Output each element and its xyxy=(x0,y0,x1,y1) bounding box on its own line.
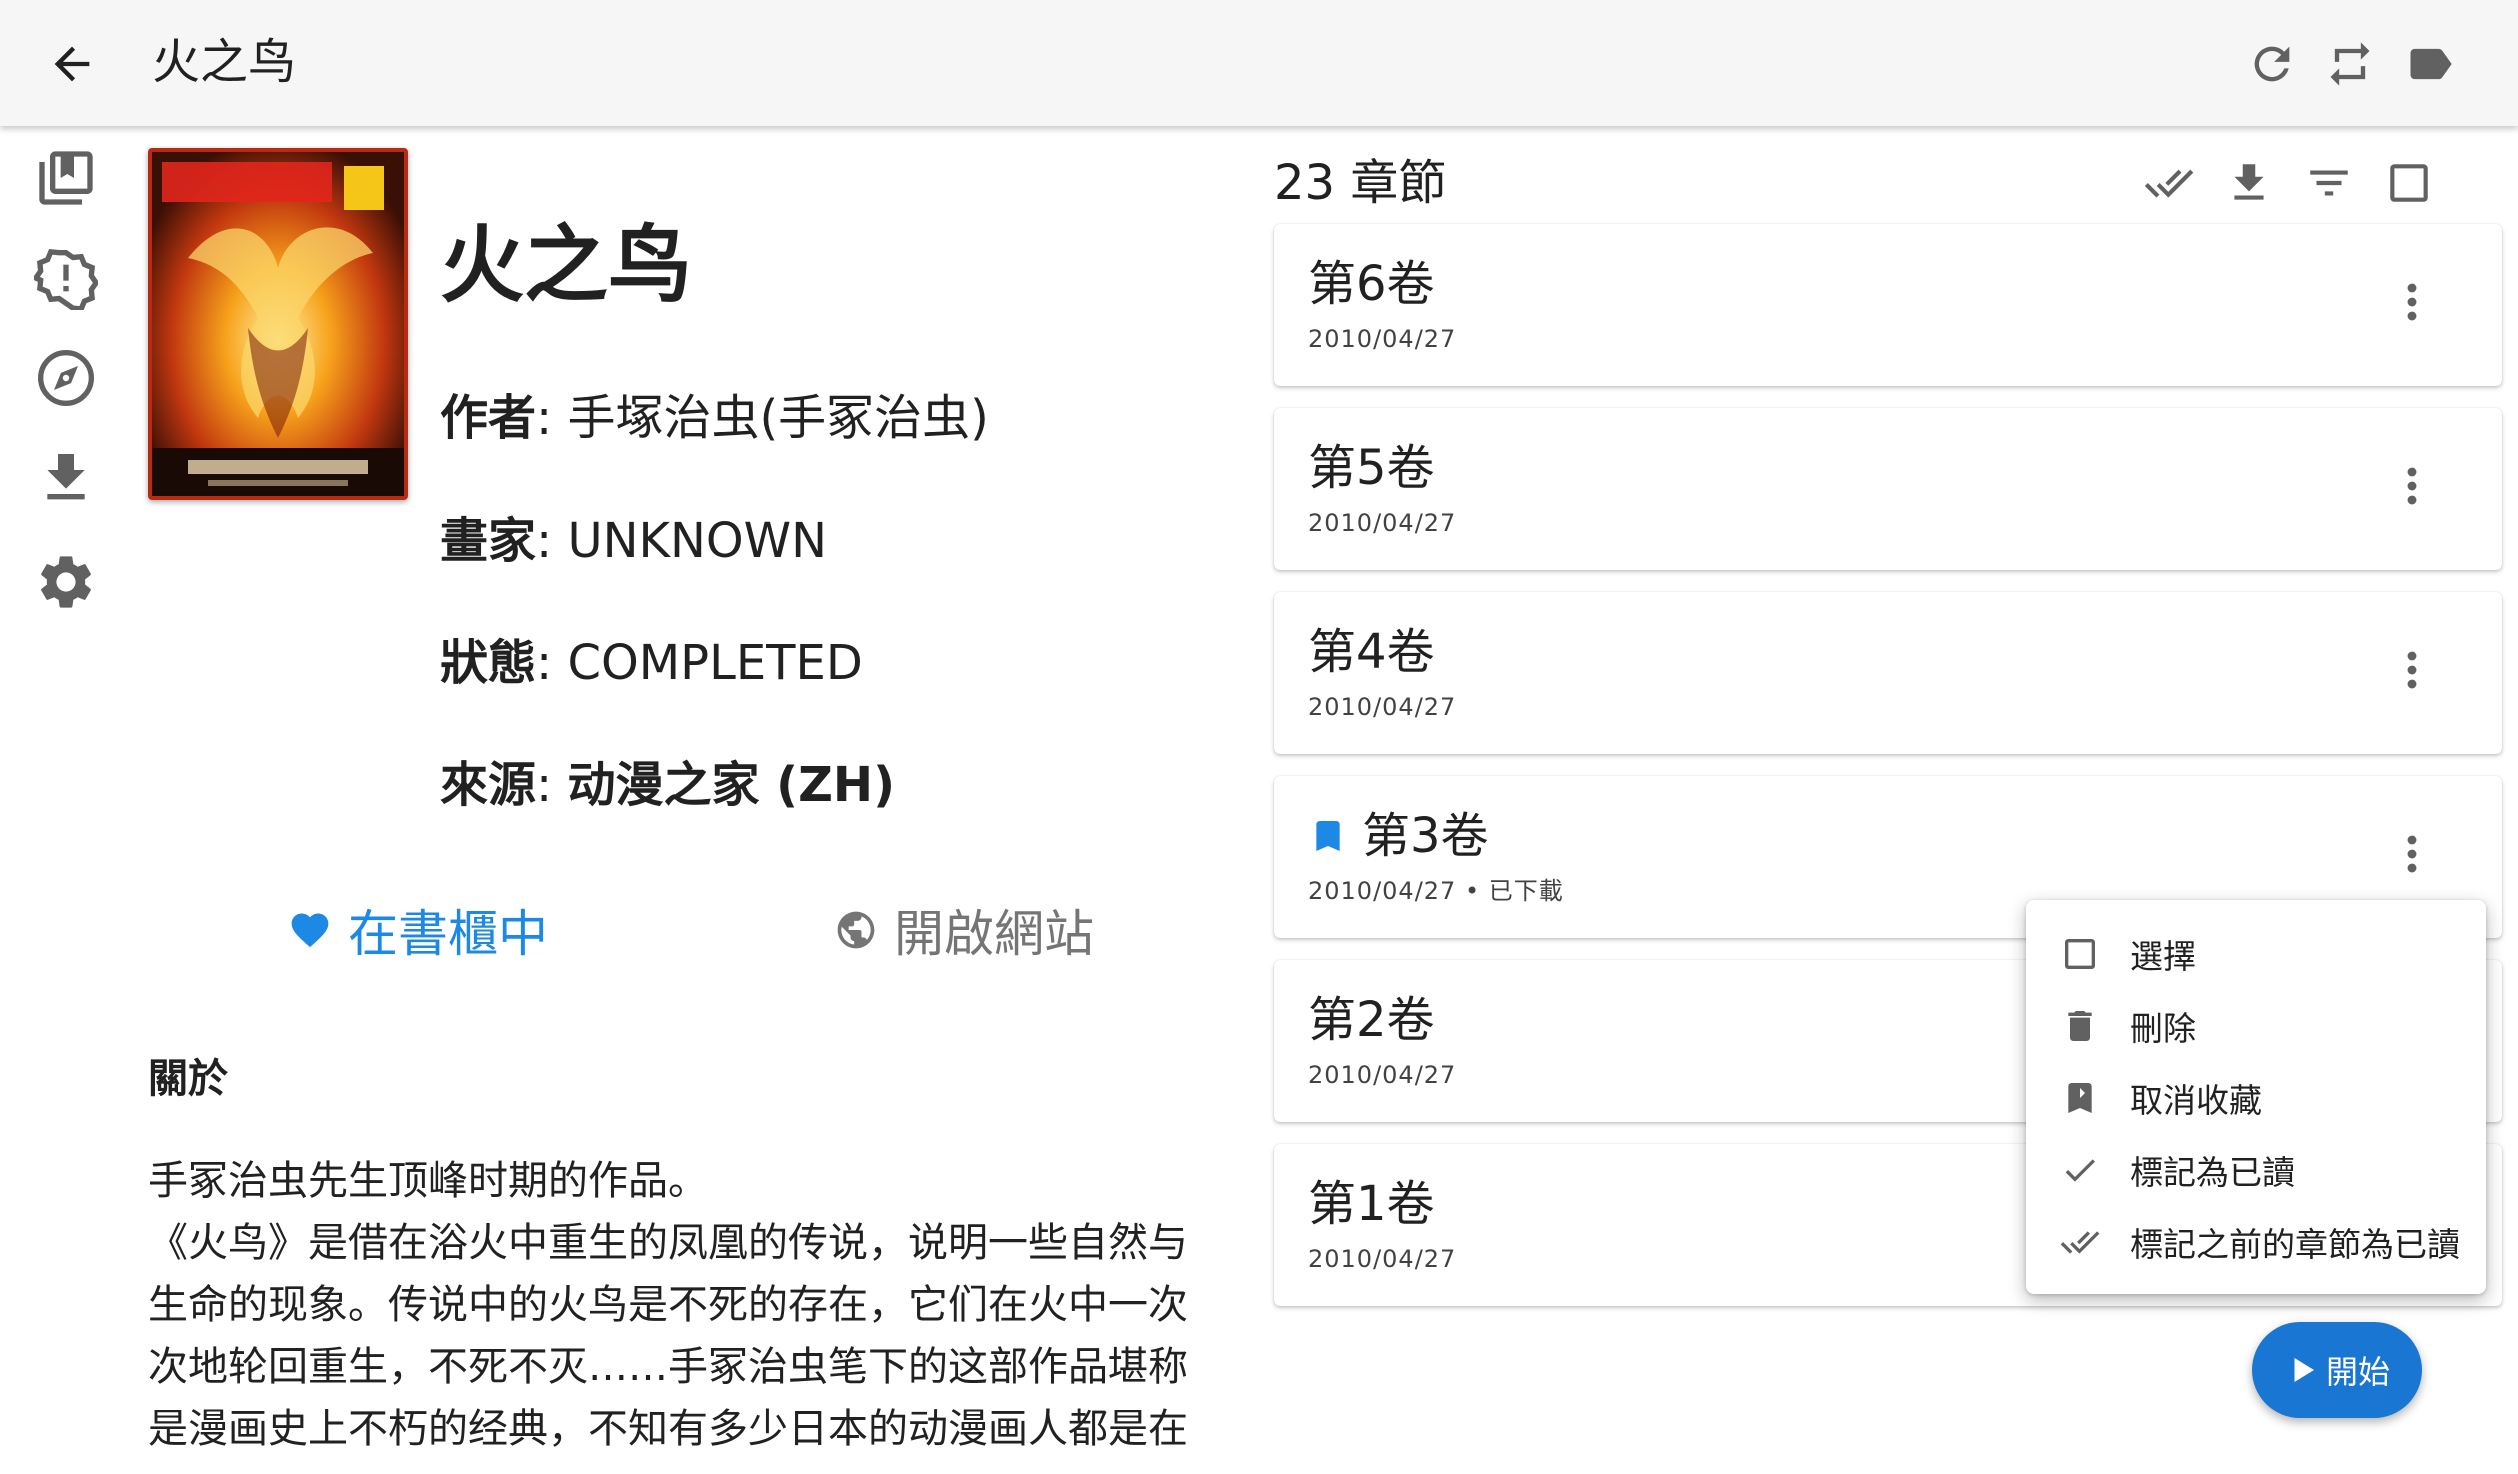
chapter-title: 第2卷 xyxy=(1308,992,1435,1048)
download-icon[interactable] xyxy=(2224,158,2274,208)
label-icon[interactable] xyxy=(2404,38,2456,90)
status-value: COMPLETED xyxy=(567,635,863,691)
more-vert-icon[interactable] xyxy=(2384,458,2440,514)
migrate-icon[interactable] xyxy=(2324,38,2376,90)
chapter-date: 2010/04/27 xyxy=(1308,693,1457,721)
chapter-count: 23 章節 xyxy=(1274,155,1447,211)
browse-icon[interactable] xyxy=(34,346,98,410)
description-line: 生命的现象。传说中的火鸟是不死的存在，它们在火中一次 xyxy=(148,1282,1188,1328)
author-value: 手塚治虫(手冢治虫) xyxy=(567,390,989,446)
checkbox-outline-icon xyxy=(2060,934,2100,974)
author-label: 作者 xyxy=(440,390,537,446)
in-library-button[interactable]: 在書櫃中 xyxy=(288,895,548,965)
chapter-title: 第6卷 xyxy=(1308,256,1435,312)
author-row: 作者: 手塚治虫(手冢治虫) xyxy=(440,390,989,446)
chapter-title: 第3卷 xyxy=(1308,804,1489,868)
in-library-label: 在書櫃中 xyxy=(348,905,548,963)
page-title: 火之鸟 xyxy=(152,34,297,90)
back-arrow-icon[interactable] xyxy=(46,38,98,90)
bookmark-icon xyxy=(1308,812,1348,860)
navigation-rail xyxy=(0,126,136,1474)
chapter-title: 第1卷 xyxy=(1308,1176,1435,1232)
chapter-date: 2010/04/27 xyxy=(1308,1061,1457,1089)
bookmark-remove-icon xyxy=(2060,1078,2100,1118)
status-row: 狀態: COMPLETED xyxy=(440,635,863,691)
chapter-title: 第5卷 xyxy=(1308,440,1435,496)
start-label: 開始 xyxy=(2325,1353,2390,1391)
menu-item-mark-previous-read[interactable]: 標記之前的章節為已讀 xyxy=(2026,1206,2486,1278)
description-line: 《火鸟》是借在浴火中重生的凤凰的传说，说明一些自然与 xyxy=(148,1220,1188,1266)
select-all-icon[interactable] xyxy=(2384,158,2434,208)
menu-item-mark-read[interactable]: 標記為已讀 xyxy=(2026,1134,2486,1206)
chapter-date: 2010/04/27 xyxy=(1308,325,1457,353)
library-icon[interactable] xyxy=(34,146,98,210)
start-reading-button[interactable]: 開始 xyxy=(2252,1322,2422,1418)
app-bar: 火之鸟 xyxy=(0,0,2518,126)
refresh-icon[interactable] xyxy=(2246,38,2298,90)
chapter-date: 2010/04/27 xyxy=(1308,1245,1457,1273)
play-icon xyxy=(2284,1352,2320,1388)
downloads-icon[interactable] xyxy=(34,446,98,510)
updates-icon[interactable] xyxy=(34,246,98,310)
more-vert-icon[interactable] xyxy=(2384,274,2440,330)
chapter-item[interactable]: 第6卷 2010/04/27 xyxy=(1274,224,2502,386)
menu-item-label: 選擇 xyxy=(2130,937,2196,976)
source-row: 來源: 动漫之家 (ZH) xyxy=(440,757,896,813)
chapter-context-menu: 選擇 刪除 取消收藏 標記為已讀 標記之前的章節為已讀 xyxy=(2026,900,2486,1294)
open-website-button[interactable]: 開啟網站 xyxy=(834,895,1094,965)
manga-title: 火之鸟 xyxy=(440,216,693,314)
artist-value: UNKNOWN xyxy=(567,513,828,569)
filter-icon[interactable] xyxy=(2304,158,2354,208)
about-heading: 關於 xyxy=(148,1056,228,1102)
heart-icon xyxy=(288,908,332,952)
more-vert-icon[interactable] xyxy=(2384,826,2440,882)
menu-item-label: 取消收藏 xyxy=(2130,1081,2262,1120)
menu-item-select[interactable]: 選擇 xyxy=(2026,918,2486,990)
description-line: 手冢治虫先生顶峰时期的作品。 xyxy=(148,1158,708,1204)
status-label: 狀態 xyxy=(440,635,537,691)
menu-item-label: 刪除 xyxy=(2130,1009,2196,1048)
manga-cover-image[interactable] xyxy=(148,148,408,500)
check-icon xyxy=(2060,1150,2100,1190)
chapters-header: 23 章節 xyxy=(1274,148,2504,218)
menu-item-unbookmark[interactable]: 取消收藏 xyxy=(2026,1062,2486,1134)
double-check-icon xyxy=(2060,1222,2100,1262)
globe-icon xyxy=(834,908,878,952)
menu-item-label: 標記為已讀 xyxy=(2130,1153,2295,1192)
menu-item-label: 標記之前的章節為已讀 xyxy=(2130,1225,2460,1264)
artist-row: 畫家: UNKNOWN xyxy=(440,513,828,569)
settings-icon[interactable] xyxy=(34,550,98,614)
trash-icon xyxy=(2060,1006,2100,1046)
artist-label: 畫家 xyxy=(440,513,537,569)
menu-item-delete[interactable]: 刪除 xyxy=(2026,990,2486,1062)
source-label: 來源 xyxy=(440,757,537,813)
chapter-item[interactable]: 第5卷 2010/04/27 xyxy=(1274,408,2502,570)
open-website-label: 開啟網站 xyxy=(894,905,1094,963)
chapter-title: 第4卷 xyxy=(1308,624,1435,680)
source-value: 动漫之家 (ZH) xyxy=(567,757,896,813)
description-line: 次地轮回重生，不死不灭……手冢治虫笔下的这部作品堪称 xyxy=(148,1344,1188,1390)
chapter-date: 2010/04/27 xyxy=(1308,509,1457,537)
description-line: 是漫画史上不朽的经典，不知有多少日本的动漫画人都是在 xyxy=(148,1406,1188,1452)
more-vert-icon[interactable] xyxy=(2384,642,2440,698)
chapter-item[interactable]: 第4卷 2010/04/27 xyxy=(1274,592,2502,754)
mark-all-read-icon[interactable] xyxy=(2144,158,2194,208)
chapter-date: 2010/04/27 • 已下載 xyxy=(1308,877,1564,905)
manga-description: 手冢治虫先生顶峰时期的作品。 《火鸟》是借在浴火中重生的凤凰的传说，说明一些自然… xyxy=(148,1150,1248,1460)
